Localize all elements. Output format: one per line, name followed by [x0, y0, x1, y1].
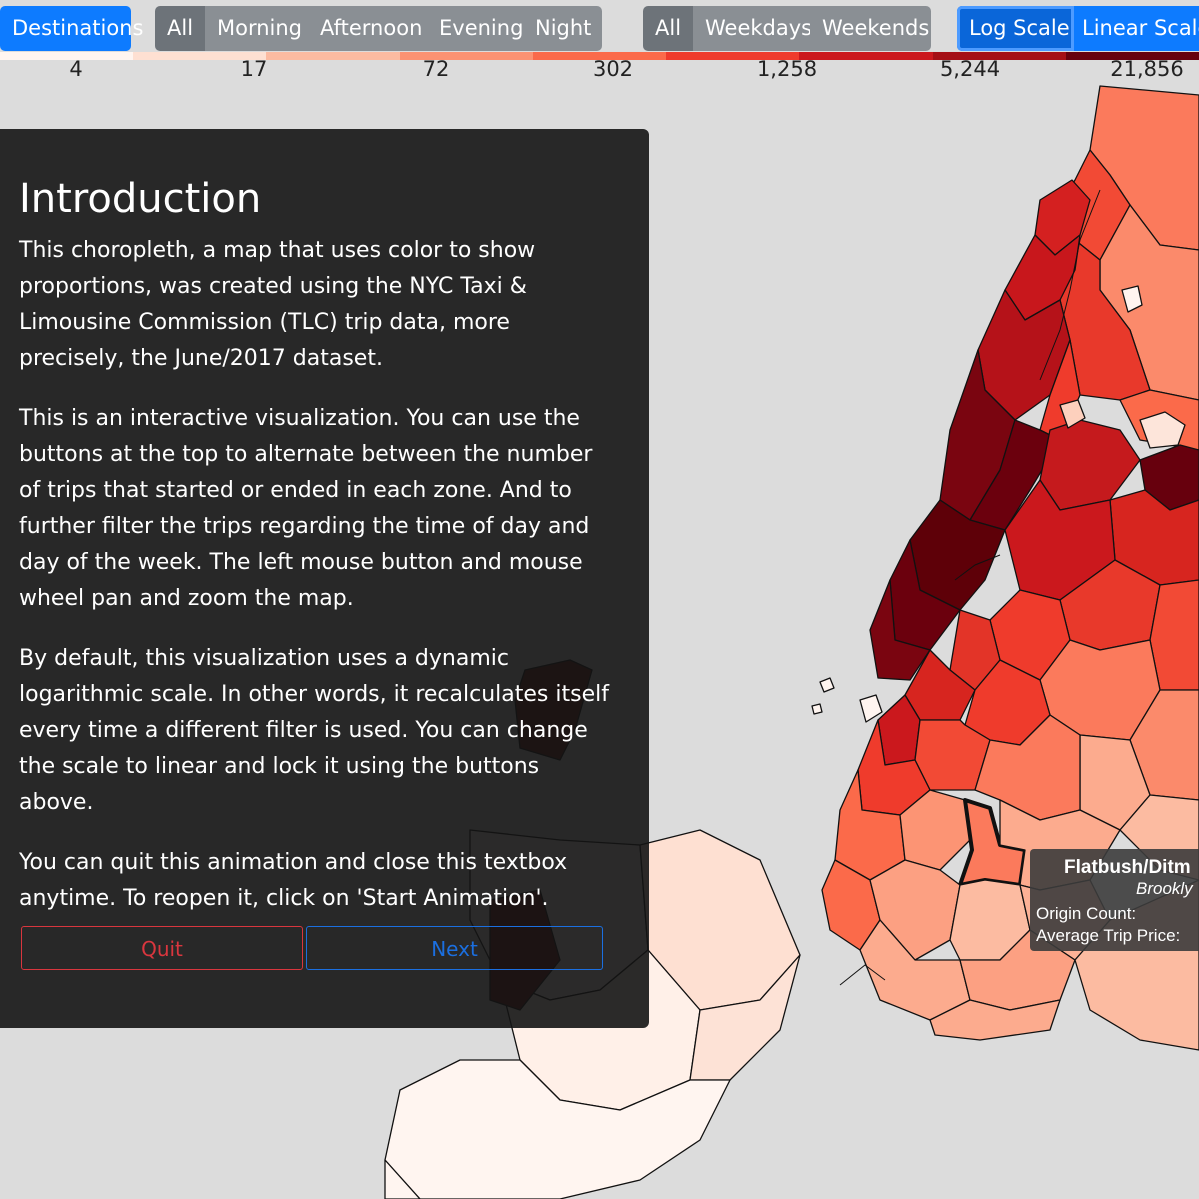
next-button[interactable]: Next: [306, 926, 603, 970]
intro-actions: Quit Next: [21, 926, 604, 970]
time-evening-button[interactable]: Evening: [427, 6, 523, 51]
zone-tooltip: Flatbush/Ditm Brookly Origin Count: Aver…: [1030, 849, 1199, 951]
quit-button[interactable]: Quit: [21, 926, 303, 970]
time-afternoon-button[interactable]: Afternoon: [308, 6, 427, 51]
time-all-button[interactable]: All: [155, 6, 205, 51]
intro-panel: Introduction This choropleth, a map that…: [0, 129, 649, 1028]
days-all-button[interactable]: All: [643, 6, 693, 51]
zone-ellis-island[interactable]: [811, 703, 823, 715]
tooltip-borough: Brookly: [1136, 879, 1193, 898]
tooltip-average-price-label: Average Trip Price:: [1036, 926, 1181, 945]
destinations-button[interactable]: Destinations: [0, 6, 143, 51]
zone-governors-island[interactable]: [859, 694, 883, 723]
intro-paragraph: This is an interactive visualization. Yo…: [19, 406, 593, 611]
weekdays-button[interactable]: Weekdays: [693, 6, 812, 51]
tooltip-origin-count-label: Origin Count:: [1036, 904, 1137, 923]
time-morning-button[interactable]: Morning: [205, 6, 308, 51]
tooltip-zone-name: Flatbush/Ditm: [1064, 857, 1191, 878]
zone-liberty-island[interactable]: [819, 677, 835, 693]
weekends-button[interactable]: Weekends: [810, 6, 931, 51]
time-night-button[interactable]: Night: [523, 6, 602, 51]
log-scale-button[interactable]: Log Scale: [957, 6, 1074, 51]
linear-scale-button[interactable]: Linear Scale: [1074, 6, 1199, 51]
intro-paragraph: You can quit this animation and close th…: [19, 850, 568, 911]
intro-title: Introduction: [19, 176, 262, 222]
intro-paragraph: By default, this visualization uses a dy…: [19, 646, 609, 815]
intro-paragraph: This choropleth, a map that uses color t…: [19, 238, 536, 371]
toolbar: Destinations All Morning Afternoon Eveni…: [0, 0, 1199, 56]
